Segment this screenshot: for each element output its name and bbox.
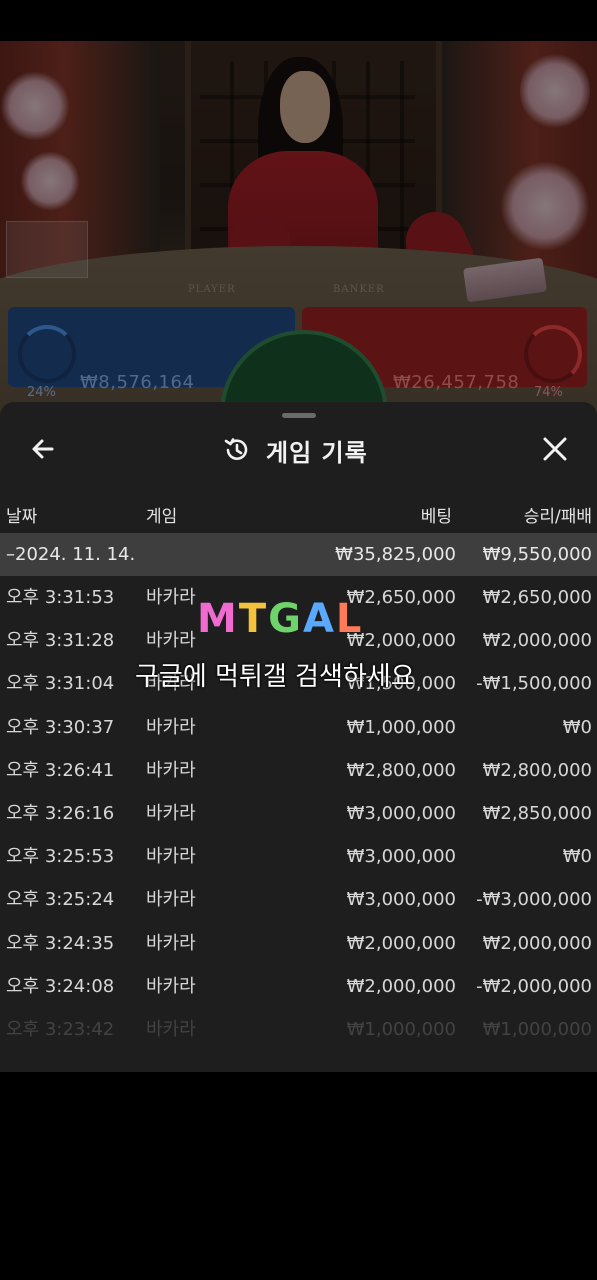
summary-result: ₩9,550,000: [482, 544, 592, 565]
summary-date: –2024. 11. 14.: [6, 544, 136, 565]
row-result: -₩2,000,000: [476, 975, 592, 997]
row-result: ₩2,650,000: [482, 587, 592, 608]
history-row[interactable]: 오후 3:24:35 바카라 ₩2,000,000 ₩2,000,000: [0, 922, 597, 965]
row-result: ₩0: [562, 846, 592, 868]
history-row[interactable]: 오후 3:26:41 바카라 ₩2,800,000 ₩2,800,000: [0, 749, 597, 792]
row-time: 오후 3:24:08: [6, 975, 115, 997]
history-row[interactable]: 오후 3:25:53 바카라 ₩3,000,000 ₩0: [0, 835, 597, 878]
row-time: 오후 3:23:42: [6, 1019, 115, 1040]
row-result: -₩3,000,000: [476, 889, 592, 911]
watermark-text: 구글에 먹튀갤 검색하세요: [135, 662, 415, 692]
row-result: ₩2,000,000: [482, 630, 592, 652]
history-icon: [224, 438, 248, 460]
column-header-bet: 베팅: [420, 507, 452, 527]
row-time: 오후 3:24:35: [6, 932, 115, 954]
row-time: 오후 3:25:24: [6, 889, 115, 911]
history-row[interactable]: 오후 3:23:42 바카라 ₩1,000,000 ₩1,000,000: [0, 1008, 597, 1051]
row-bet: ₩2,000,000: [346, 975, 456, 997]
sheet-header: 게임 기록: [222, 432, 368, 468]
column-header-result: 승리/패배: [523, 507, 592, 527]
row-game: 바카라: [146, 932, 196, 954]
row-game: 바카라: [146, 975, 196, 997]
video-dim-overlay: [0, 41, 597, 421]
arrow-left-icon: [32, 439, 54, 459]
row-game: 바카라: [146, 759, 196, 781]
row-result: ₩2,850,000: [482, 803, 592, 824]
row-time: 오후 3:31:04: [6, 673, 115, 695]
row-game: 바카라: [146, 803, 196, 824]
row-bet: ₩3,000,000: [346, 889, 456, 911]
row-bet: ₩2,000,000: [346, 932, 456, 954]
row-game: 바카라: [146, 587, 196, 608]
drag-handle[interactable]: [282, 413, 316, 418]
history-row[interactable]: 오후 3:26:16 바카라 ₩3,000,000 ₩2,850,000: [0, 792, 597, 835]
close-button[interactable]: [540, 434, 570, 464]
column-header-game: 게임: [146, 507, 178, 527]
watermark-logo-letter: L: [335, 596, 364, 642]
column-header-date: 날짜: [6, 507, 38, 527]
summary-row[interactable]: –2024. 11. 14. ₩35,825,000 ₩9,550,000: [0, 533, 597, 576]
row-game: 바카라: [146, 1019, 196, 1040]
row-game: 바카라: [146, 846, 196, 868]
row-game: 바카라: [146, 716, 196, 738]
row-time: 오후 3:26:41: [6, 759, 115, 781]
watermark-logo-letter: G: [268, 596, 303, 642]
watermark-logo: MTGAL: [197, 596, 363, 642]
back-button[interactable]: [28, 434, 58, 464]
close-icon: [543, 437, 567, 461]
history-row[interactable]: 오후 3:25:24 바카라 ₩3,000,000 -₩3,000,000: [0, 878, 597, 921]
sheet-title: 게임 기록: [266, 438, 368, 467]
row-bet: ₩1,000,000: [346, 716, 456, 738]
summary-bet: ₩35,825,000: [335, 544, 456, 565]
row-result: ₩1,000,000: [482, 1019, 592, 1040]
row-time: 오후 3:31:53: [6, 587, 115, 608]
row-time: 오후 3:26:16: [6, 803, 115, 824]
row-result: ₩2,800,000: [482, 759, 592, 781]
row-game: 바카라: [146, 889, 196, 911]
row-bet: ₩3,000,000: [346, 803, 456, 824]
row-result: -₩1,500,000: [476, 673, 592, 695]
history-row[interactable]: 오후 3:24:08 바카라 ₩2,000,000 -₩2,000,000: [0, 965, 597, 1008]
watermark-logo-letter: T: [238, 596, 269, 642]
game-history-sheet: 게임 기록 날짜 게임 베팅 승리/패배 –2024. 11. 14. ₩35,…: [0, 402, 597, 1072]
history-row[interactable]: 오후 3:30:37 바카라 ₩1,000,000 ₩0: [0, 706, 597, 749]
row-result: ₩2,000,000: [482, 932, 592, 954]
row-time: 오후 3:31:28: [6, 630, 115, 652]
watermark-logo-letter: M: [197, 596, 239, 642]
row-time: 오후 3:30:37: [6, 716, 115, 738]
row-result: ₩0: [562, 716, 592, 738]
row-bet: ₩2,800,000: [346, 759, 456, 781]
row-bet: ₩3,000,000: [346, 846, 456, 868]
row-bet: ₩1,000,000: [346, 1019, 456, 1040]
watermark-logo-letter: A: [302, 596, 336, 642]
row-time: 오후 3:25:53: [6, 846, 115, 868]
